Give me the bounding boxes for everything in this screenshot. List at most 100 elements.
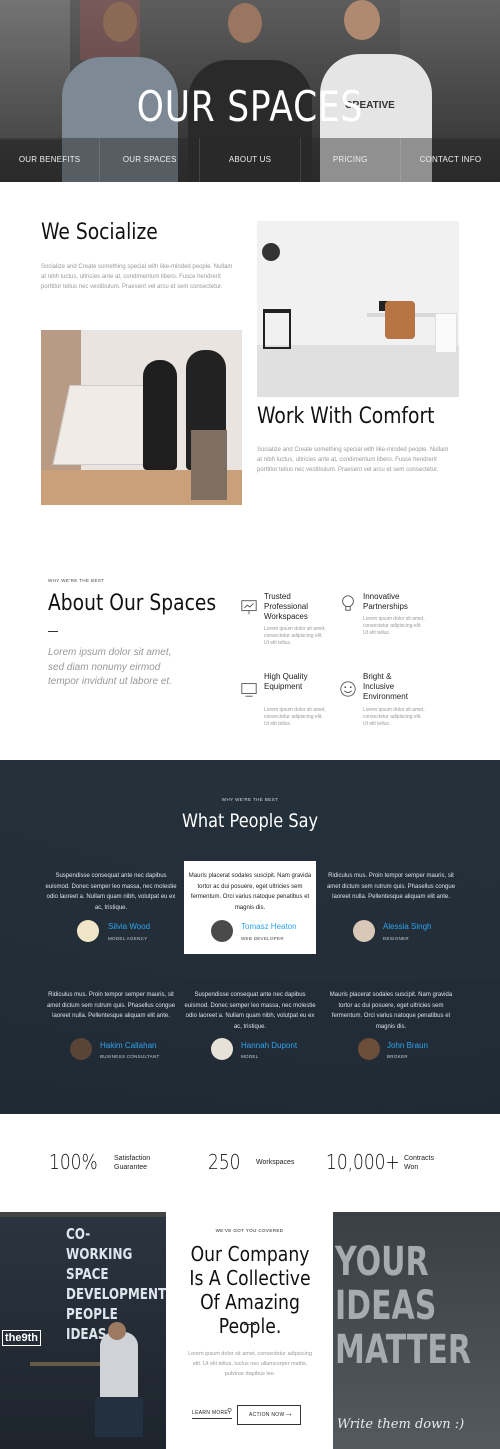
testimonial-name[interactable]: Alessia Singh	[383, 922, 431, 931]
feature-icon-4	[339, 680, 357, 703]
avatar	[211, 920, 233, 942]
person-right-head	[344, 0, 380, 40]
man-legs	[95, 1397, 143, 1437]
window-sign: the9th	[2, 1330, 41, 1346]
feature-text-3: Lorem ipsum dolor sit amet, consectetur …	[264, 707, 326, 727]
main-nav: OUR BENEFITS OUR SPACES ABOUT US PRICING…	[0, 138, 500, 182]
window-frame	[0, 1212, 166, 1217]
person-middle-head	[228, 3, 262, 43]
feature-title-3: High Quality Equipment	[264, 672, 308, 691]
meeting-image	[41, 330, 242, 505]
comfort-text: Socialize and Create something special w…	[257, 447, 449, 473]
stat-label: Contracts Won	[404, 1155, 434, 1171]
nav-about-us[interactable]: ABOUT US	[200, 138, 301, 182]
person-left-head	[103, 2, 137, 42]
testimonial-role: BUSINESS CONSULTANT	[100, 1054, 160, 1059]
socialize-text: Socialize and Create something special w…	[41, 264, 233, 290]
testimonial-card: Mauris placerat sodales suscipit. Nam gr…	[325, 990, 457, 1032]
stat-value: 250	[208, 1150, 241, 1174]
comfort-title: Work With Comfort	[257, 404, 435, 429]
nav-our-spaces[interactable]: OUR SPACES	[100, 138, 201, 182]
feature-icon-1	[240, 598, 258, 621]
window-lettering: CO-WORKING SPACE DEVELOPMENT PEOPLE IDEA…	[66, 1225, 166, 1343]
testimonial-quote: Mauris placerat sodales suscipit. Nam gr…	[188, 873, 312, 911]
about-eyebrow: WHY WE'RE THE BEST	[48, 578, 105, 583]
pin-icon: ⚲	[227, 1408, 233, 1415]
woman-right-pants	[191, 430, 227, 500]
learn-more-button[interactable]: LEARN MORE ⚲	[192, 1405, 232, 1419]
feature-icon-3	[240, 680, 258, 703]
stat-value: 10,000+	[326, 1150, 400, 1174]
woman-left	[143, 360, 177, 470]
about-quote: Lorem ipsum dolor sit amet, sed diam non…	[48, 647, 172, 687]
about-divider	[48, 631, 58, 632]
feature-title-2: Innovative Partnerships	[363, 592, 408, 611]
feature-text-1: Lorem ipsum dolor sit amet, consectetur …	[264, 626, 326, 646]
feature-title-4: Bright & Inclusive Environment	[363, 672, 408, 701]
avatar	[211, 1038, 233, 1060]
monitor-icon	[241, 683, 257, 697]
wall-clock	[262, 243, 280, 261]
office-chair	[385, 301, 415, 339]
testimonial-role: BROKER	[387, 1054, 408, 1059]
action-now-label: ACTION NOW	[249, 1412, 285, 1418]
testimonial-card: Ridiculus mus. Proin tempor semper mauri…	[325, 871, 457, 903]
chair-left	[263, 309, 291, 349]
testimonial-quote: Ridiculus mus. Proin tempor semper mauri…	[46, 992, 176, 1019]
stat-value: 100%	[49, 1150, 98, 1174]
man-head	[108, 1322, 126, 1340]
testimonial-quote: Mauris placerat sodales suscipit. Nam gr…	[329, 992, 453, 1030]
feature-text-2: Lorem ipsum dolor sit amet, consectetur …	[363, 616, 425, 636]
bar-table	[30, 1362, 110, 1366]
stat-label: Satisfaction Guarantee	[114, 1155, 151, 1171]
testimonial-name[interactable]: Silvia Wood	[108, 922, 150, 931]
testimonial-quote: Suspendisse consequat ante nec dapibus e…	[184, 992, 316, 1030]
stat-label: Workspaces	[256, 1159, 295, 1166]
testimonial-role: DESIGNER	[383, 936, 409, 941]
company-text: Lorem ipsum dolor sit amet, consectetur …	[188, 1351, 312, 1377]
ideas-poster-image: YOUR IDEAS MATTER Write them down :)	[333, 1212, 500, 1449]
socialize-title: We Socialize	[41, 220, 158, 245]
page-title: OUR SPACES	[136, 82, 364, 131]
testimonial-card: Ridiculus mus. Proin tempor semper mauri…	[45, 990, 177, 1022]
poster-text: YOUR IDEAS MATTER	[335, 1239, 471, 1373]
testimonial-name[interactable]: John Braun	[387, 1041, 428, 1050]
nav-contact-info[interactable]: CONTACT INFO	[401, 138, 500, 182]
arrow-right-icon: →	[284, 1408, 293, 1418]
avatar	[70, 1038, 92, 1060]
cabinet	[435, 313, 457, 353]
lightbulb-icon	[342, 595, 354, 611]
learn-more-label: LEARN MORE	[192, 1410, 229, 1416]
floor	[257, 345, 459, 397]
testimonials-eyebrow: WHY WE'RE THE BEST	[221, 797, 279, 802]
company-divider	[244, 1324, 256, 1325]
testimonials-section: WHY WE'RE THE BEST What People Say Suspe…	[0, 760, 500, 1114]
testimonial-card: Suspendisse consequat ante nec dapibus e…	[184, 990, 316, 1032]
feature-title-1: Trusted Professional Workspaces	[264, 592, 309, 621]
avatar	[353, 920, 375, 942]
avatar	[77, 920, 99, 942]
testimonial-role: MODEL	[241, 1054, 259, 1059]
nav-pricing[interactable]: PRICING	[301, 138, 401, 182]
testimonial-name[interactable]: Hannah Dupont	[241, 1041, 297, 1050]
action-now-button[interactable]: ACTION NOW →	[237, 1405, 301, 1425]
testimonials-title: What People Say	[181, 810, 319, 832]
about-title: About Our Spaces	[48, 591, 217, 616]
nav-our-benefits[interactable]: OUR BENEFITS	[0, 138, 101, 182]
testimonial-name[interactable]: Tomasz Heaton	[241, 922, 297, 931]
testimonial-card: Mauris placerat sodales suscipit. Nam gr…	[184, 871, 316, 913]
testimonial-quote: Ridiculus mus. Proin tempor semper mauri…	[326, 873, 456, 900]
testimonial-quote: Suspendisse consequat ante nec dapibus e…	[45, 873, 177, 911]
company-eyebrow: WE'VE GOT YOU COVERED	[215, 1228, 284, 1233]
presentation-board-icon	[241, 600, 257, 615]
feature-icon-2	[339, 594, 357, 617]
poster-sub: Write them down :)	[337, 1417, 465, 1432]
testimonial-role: WEB DEVELOPER	[241, 936, 284, 941]
coworking-window-image: CO-WORKING SPACE DEVELOPMENT PEOPLE IDEA…	[0, 1212, 166, 1449]
testimonial-role: MODEL AGENCY	[108, 936, 148, 941]
testimonial-name[interactable]: Hakim Callahan	[100, 1041, 156, 1050]
smiley-icon	[340, 681, 356, 697]
avatar	[358, 1038, 380, 1060]
testimonial-card: Suspendisse consequat ante nec dapibus e…	[45, 871, 177, 913]
hero-banner: CREATIVE OUR SPACES OUR BENEFITS OUR SPA…	[0, 0, 500, 182]
